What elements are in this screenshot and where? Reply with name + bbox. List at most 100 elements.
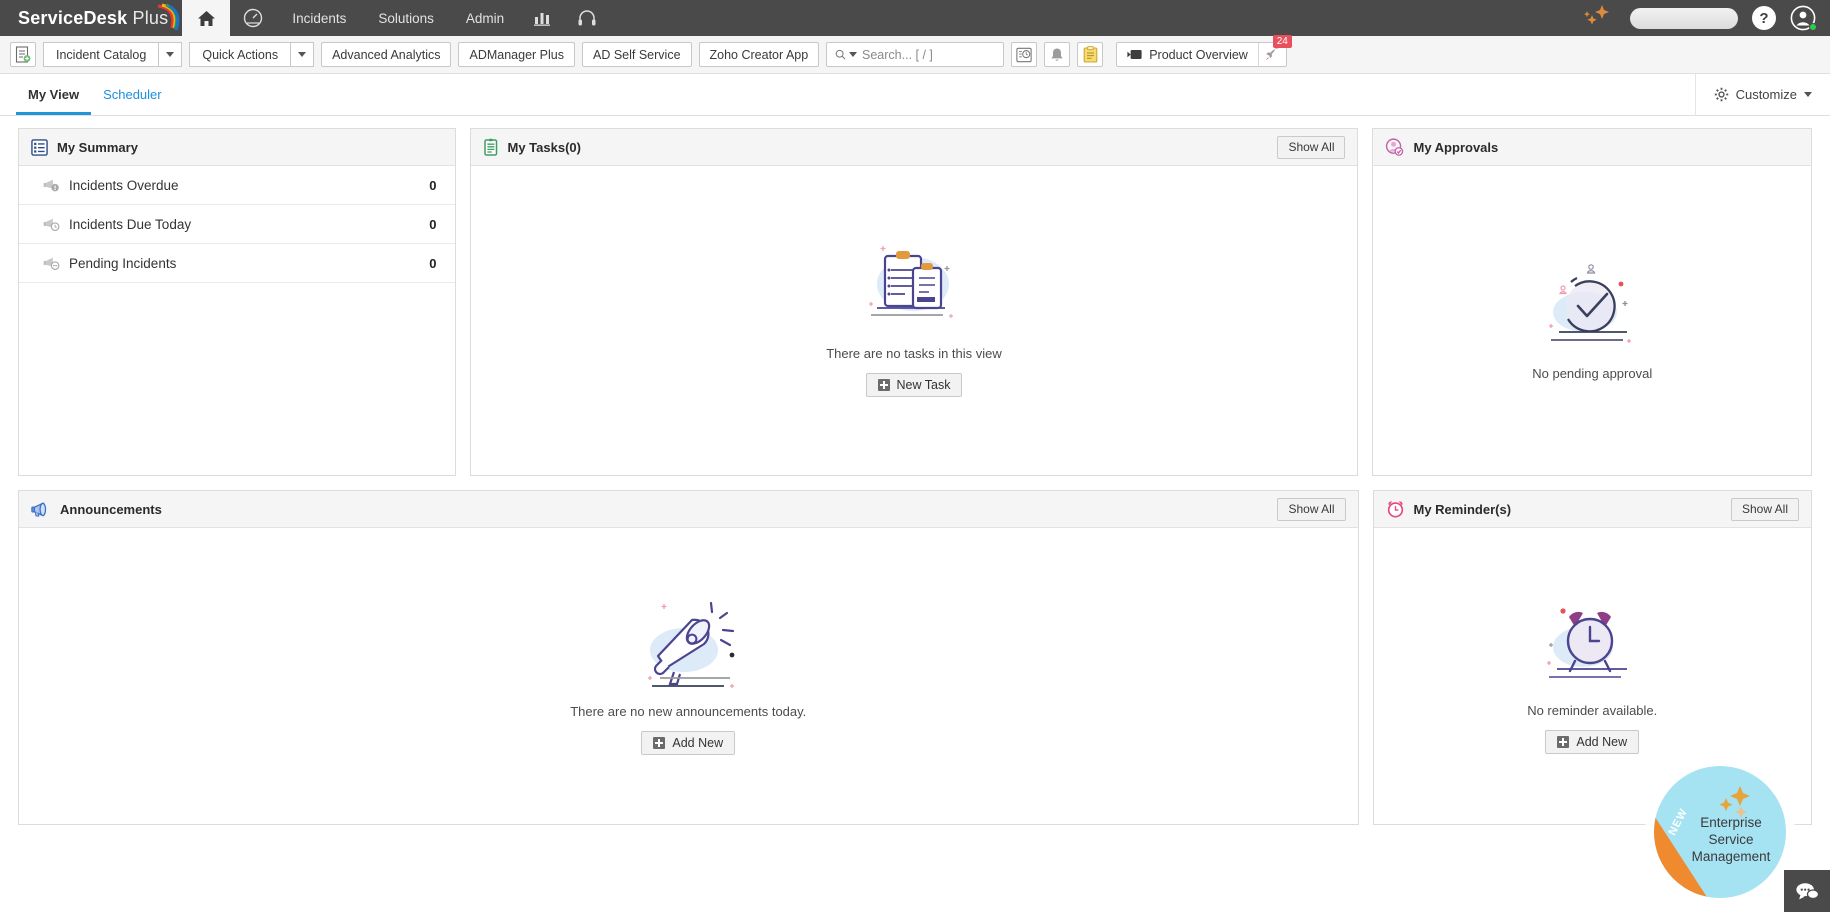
esm-text: Enterprise Service Management (1684, 814, 1778, 865)
new-task-button[interactable]: New Task (865, 373, 963, 397)
search-scope-caret-icon[interactable] (849, 52, 858, 57)
summary-label: Incidents Due Today (69, 216, 192, 232)
customize-button[interactable]: Customize (1694, 74, 1830, 115)
new-request-button[interactable] (10, 42, 36, 67)
notifications-button[interactable] (1044, 42, 1071, 67)
my-reminders-header: My Reminder(s) Show All (1373, 491, 1811, 528)
rocket-icon (1265, 46, 1279, 61)
chevron-down-icon (1804, 92, 1812, 97)
my-reminders-show-all-button[interactable]: Show All (1730, 497, 1799, 521)
my-reminders-title: My Reminder(s) (1413, 501, 1512, 517)
quick-actions-dropdown[interactable]: Quick Actions (189, 42, 315, 67)
history-icon (1016, 47, 1032, 62)
new-task-label: New Task (896, 378, 951, 392)
global-search[interactable] (826, 42, 1005, 67)
summary-count: 0 (429, 216, 437, 232)
approval-user-icon (1386, 138, 1404, 156)
tab-my-view[interactable]: My View (16, 74, 92, 115)
clipboard-icon (1083, 46, 1098, 63)
tab-scheduler[interactable]: Scheduler (91, 74, 174, 115)
panel-my-summary: My Summary Incidents Overdue 0 Incidents… (18, 128, 456, 476)
product-overview-button[interactable]: Product Overview (1117, 43, 1258, 66)
incident-catalog-label: Incident Catalog (43, 42, 159, 67)
summary-row-incidents-overdue[interactable]: Incidents Overdue 0 (19, 166, 455, 205)
dashboard-row-bottom: Announcements Show All There are no new … (18, 490, 1812, 825)
megaphone-alert-icon (43, 177, 69, 193)
add-new-announcement-label: Add New (672, 735, 724, 750)
avatar[interactable] (1790, 5, 1817, 31)
logo-text: ServiceDesk Plus (18, 8, 168, 29)
customize-label: Customize (1735, 87, 1797, 102)
admanager-plus-button[interactable]: ADManager Plus (458, 42, 575, 67)
clipboard-button[interactable] (1077, 42, 1104, 67)
esm-promo-badge[interactable]: NEW Enterprise Service Management (1654, 766, 1786, 898)
my-tasks-show-all-button[interactable]: Show All (1277, 135, 1346, 159)
alarm-clock-illustration (1547, 607, 1628, 678)
nav-admin[interactable]: Admin (450, 0, 520, 36)
quick-actions-caret[interactable] (290, 42, 315, 67)
panel-my-approvals: My Approvals No pending approval (1372, 128, 1812, 476)
zoho-creator-app-button[interactable]: Zoho Creator App (698, 42, 820, 67)
summary-label: Pending Incidents (69, 255, 177, 271)
announcements-body: There are no new announcements today. Ad… (19, 528, 1358, 824)
my-summary-title: My Summary (57, 139, 138, 155)
announcements-show-all-button[interactable]: Show All (1277, 497, 1346, 521)
megaphone-pending-icon (43, 255, 69, 271)
add-new-reminder-button[interactable]: Add New (1545, 729, 1640, 754)
incident-catalog-caret[interactable] (158, 42, 183, 67)
megaphone-clock-icon (43, 216, 69, 232)
chevron-down-icon (298, 52, 307, 57)
summary-row-pending-incidents[interactable]: Pending Incidents 0 (19, 244, 455, 283)
chat-bubble-icon (1796, 882, 1819, 899)
whats-new-rocket-button[interactable]: 24 (1257, 35, 1292, 66)
nav-reports[interactable] (520, 0, 564, 36)
upgrade-pill-button[interactable] (1630, 7, 1738, 29)
panel-announcements: Announcements Show All There are no new … (18, 490, 1359, 825)
my-summary-header: My Summary (19, 129, 455, 166)
search-icon (835, 49, 846, 60)
app-logo[interactable]: ServiceDesk Plus (0, 0, 182, 36)
history-button[interactable] (1011, 42, 1038, 67)
logo-swoosh-icon (158, 3, 180, 31)
my-summary-body: Incidents Overdue 0 Incidents Due Today … (19, 166, 455, 475)
summary-row-incidents-due-today[interactable]: Incidents Due Today 0 (19, 205, 455, 244)
product-overview-group: Product Overview 24 (1116, 35, 1292, 67)
search-input[interactable] (862, 47, 996, 62)
my-tasks-header: My Tasks(0) Show All (470, 129, 1358, 166)
nav-solutions[interactable]: Solutions (362, 0, 450, 36)
home-icon (197, 10, 215, 26)
my-approvals-title: My Approvals (1413, 139, 1499, 155)
new-request-icon (15, 46, 31, 63)
support-headset-icon (578, 10, 596, 26)
help-icon[interactable]: ? (1752, 6, 1776, 30)
my-approvals-empty-state: No pending approval (1373, 166, 1811, 475)
ad-self-service-button[interactable]: AD Self Service (581, 42, 692, 67)
add-new-announcement-button[interactable]: Add New (641, 730, 736, 755)
esm-line-1: Enterprise (1700, 815, 1762, 830)
my-tasks-body: There are no tasks in this view New Task (471, 166, 1358, 475)
header-right-controls: ? (1582, 0, 1830, 36)
advanced-analytics-button[interactable]: Advanced Analytics (321, 42, 452, 67)
nav-home[interactable] (182, 0, 231, 36)
alarm-clock-icon (1387, 501, 1403, 518)
chat-button[interactable] (1784, 870, 1830, 912)
view-tabs: My View Scheduler Customize (0, 74, 1830, 116)
summary-label: Incidents Overdue (69, 177, 179, 193)
task-list-icon (483, 138, 497, 156)
announcements-empty-state: There are no new announcements today. Ad… (19, 528, 1358, 824)
plus-icon (653, 736, 666, 749)
incident-catalog-dropdown[interactable]: Incident Catalog (43, 42, 183, 67)
whats-new-badge: 24 (1272, 35, 1292, 48)
megaphone-illustration (648, 601, 735, 688)
nav-incidents[interactable]: Incidents (276, 0, 362, 36)
secondary-toolbar: Incident Catalog Quick Actions Advanced … (0, 35, 1830, 74)
nav-dashboard[interactable] (230, 0, 276, 36)
announcements-empty-message: There are no new announcements today. (570, 703, 807, 719)
announcements-title: Announcements (60, 501, 162, 517)
nav-support[interactable] (564, 0, 610, 36)
clipboard-illustration (868, 246, 953, 318)
quick-actions-label: Quick Actions (189, 42, 291, 67)
my-tasks-empty-state: There are no tasks in this view New Task (471, 166, 1358, 475)
summary-count: 0 (429, 255, 437, 271)
summary-count: 0 (429, 177, 437, 193)
